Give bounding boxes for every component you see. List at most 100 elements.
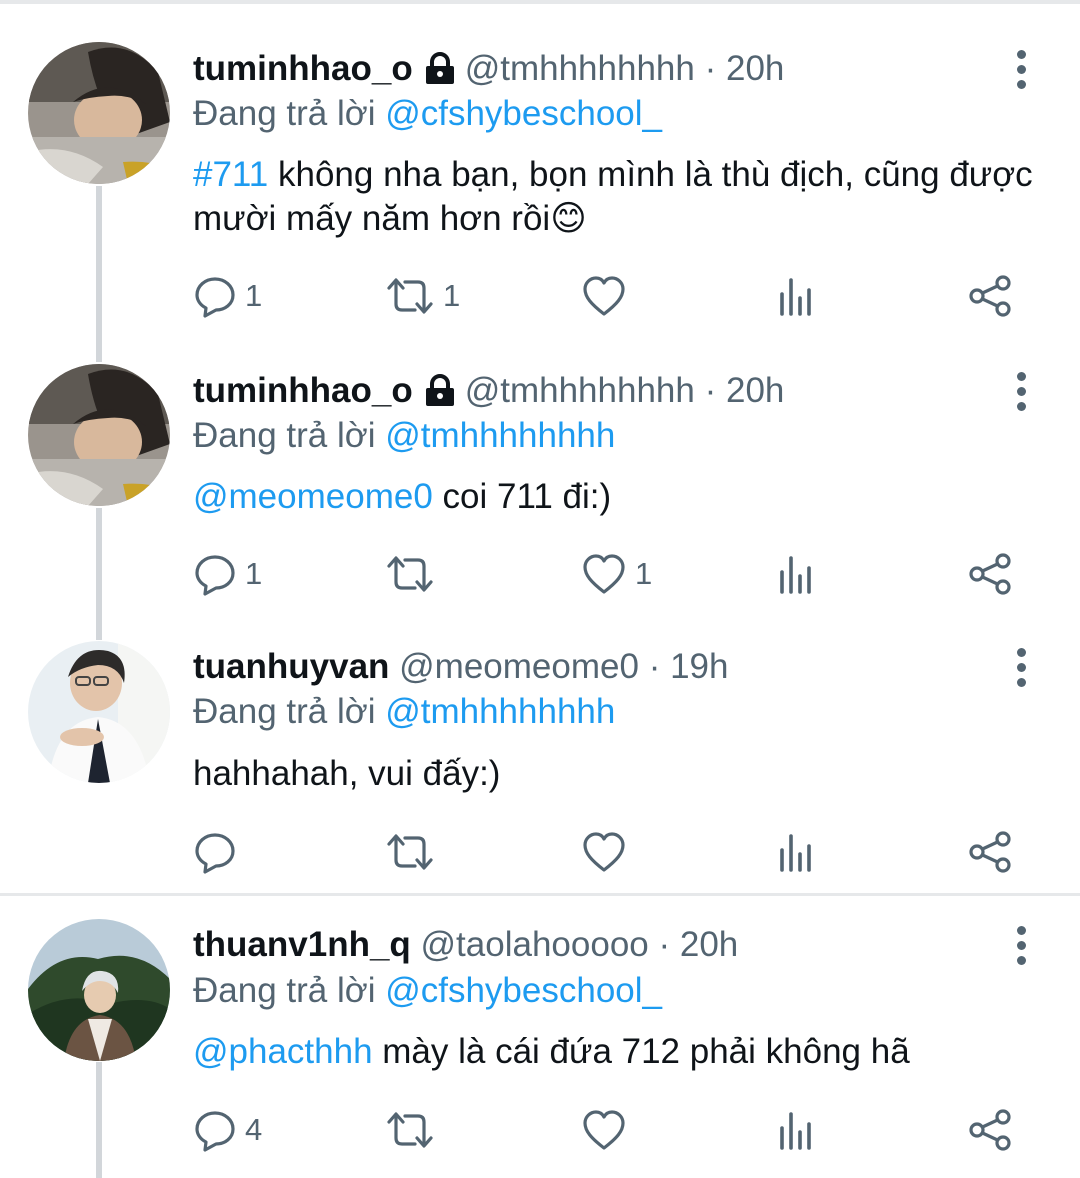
reply-button[interactable]: [193, 827, 245, 877]
replying-prefix: Đang trả lời: [193, 692, 376, 731]
display-name[interactable]: tuanhuyvan: [193, 647, 389, 686]
top-border: [0, 0, 1080, 4]
retweet-button[interactable]: [385, 549, 443, 599]
tweet-body: không nha bạn, bọn mình là thù địch, cũn…: [193, 155, 1033, 238]
mention-link[interactable]: @tmhhhhhhhh: [385, 416, 615, 455]
separator: ·: [648, 647, 661, 686]
share-icon: [969, 553, 1011, 595]
retweet-count: 1: [443, 278, 461, 313]
thread-divider: [0, 893, 1080, 896]
handle[interactable]: @meomeome0: [399, 647, 639, 686]
more-options-button[interactable]: [1010, 648, 1034, 688]
replying-prefix: Đang trả lời: [193, 971, 376, 1010]
display-name[interactable]: tuminhhao_o: [193, 371, 413, 410]
separator: ·: [704, 49, 717, 88]
replying-to: Đang trả lời @tmhhhhhhhh: [193, 690, 615, 734]
more-vertical-icon: [1017, 50, 1026, 59]
heart-icon: [583, 832, 625, 872]
reply-icon: [195, 277, 235, 318]
tweet-body: mày là cái đứa 712 phải không hã: [372, 1032, 910, 1071]
analytics-button[interactable]: [776, 1105, 816, 1155]
analytics-button[interactable]: [776, 827, 816, 877]
share-icon: [969, 831, 1011, 873]
timestamp[interactable]: 20h: [726, 49, 784, 88]
tweet-header: tuanhuyvan @meomeome0 · 19h: [193, 645, 728, 689]
lock-icon: [423, 373, 457, 417]
display-name[interactable]: thuanv1nh_q: [193, 925, 411, 964]
tweet-actions: 1 1: [0, 549, 1080, 599]
analytics-icon: [780, 556, 811, 594]
more-vertical-icon: [1017, 648, 1026, 657]
like-count: 1: [635, 556, 653, 591]
share-button[interactable]: [968, 1105, 1014, 1155]
reply-button[interactable]: 1: [193, 549, 262, 599]
replying-to: Đang trả lời @cfshybeschool_: [193, 969, 662, 1013]
retweet-icon: [387, 1112, 433, 1148]
more-vertical-icon: [1017, 372, 1026, 381]
tweet-header: thuanv1nh_q @taolahooooo · 20h: [193, 923, 738, 967]
timestamp[interactable]: 20h: [726, 371, 784, 410]
hashtag-link[interactable]: #711: [193, 155, 268, 194]
tweet-body: hahhahah, vui đấy:): [193, 754, 501, 793]
analytics-button[interactable]: [776, 271, 816, 321]
more-options-button[interactable]: [1010, 926, 1034, 966]
reply-icon: [195, 1111, 235, 1152]
tweet-actions: 4: [0, 1105, 1080, 1155]
analytics-button[interactable]: [776, 549, 816, 599]
more-vertical-icon: [1017, 926, 1026, 935]
replying-prefix: Đang trả lời: [193, 94, 376, 133]
lock-icon: [423, 51, 457, 95]
avatar[interactable]: [28, 919, 170, 1061]
share-button[interactable]: [968, 827, 1014, 877]
avatar[interactable]: [28, 641, 170, 783]
like-button[interactable]: [581, 271, 635, 321]
reply-count: 1: [245, 556, 263, 591]
tweet-actions: 1 1: [0, 271, 1080, 321]
retweet-button[interactable]: 1: [385, 271, 460, 321]
more-options-button[interactable]: [1010, 372, 1034, 412]
reply-button[interactable]: 1: [193, 271, 262, 321]
analytics-icon: [780, 278, 811, 316]
share-button[interactable]: [968, 271, 1014, 321]
reply-button[interactable]: 4: [193, 1105, 262, 1155]
timestamp[interactable]: 19h: [670, 647, 728, 686]
handle[interactable]: @taolahooooo: [421, 925, 649, 964]
tweet-text: @phacthhh mày là cái đứa 712 phải không …: [193, 1030, 1043, 1074]
handle[interactable]: @tmhhhhhhhh: [465, 49, 695, 88]
retweet-button[interactable]: [385, 1105, 443, 1155]
display-name[interactable]: tuminhhao_o: [193, 49, 413, 88]
reply-count: 4: [245, 1112, 263, 1147]
handle[interactable]: @tmhhhhhhhh: [465, 371, 695, 410]
retweet-icon: [387, 556, 433, 592]
heart-icon: [583, 554, 625, 594]
avatar[interactable]: [28, 364, 170, 506]
mention-link[interactable]: @cfshybeschool_: [385, 94, 662, 133]
like-button[interactable]: [581, 827, 635, 877]
reply-icon: [195, 555, 235, 596]
retweet-button[interactable]: [385, 827, 443, 877]
mention-link[interactable]: @meomeome0: [193, 477, 433, 516]
tweet-header: tuminhhao_o @tmhhhhhhhh · 20h: [193, 47, 784, 95]
tweet-body: coi 711 đi:): [432, 477, 612, 516]
more-options-button[interactable]: [1010, 50, 1034, 90]
analytics-icon: [780, 834, 811, 872]
mention-link[interactable]: @cfshybeschool_: [385, 971, 662, 1010]
tweet-header: tuminhhao_o @tmhhhhhhhh · 20h: [193, 369, 784, 417]
separator: ·: [704, 371, 717, 410]
reply-icon: [195, 833, 235, 874]
tweet-text: #711 không nha bạn, bọn mình là thù địch…: [193, 153, 1043, 241]
heart-icon: [583, 1110, 625, 1150]
share-button[interactable]: [968, 549, 1014, 599]
like-button[interactable]: [581, 1105, 635, 1155]
tweet-actions: [0, 827, 1080, 877]
replying-prefix: Đang trả lời: [193, 416, 376, 455]
tweet-text: hahhahah, vui đấy:): [193, 752, 1043, 796]
avatar[interactable]: [28, 42, 170, 184]
like-button[interactable]: 1: [581, 549, 652, 599]
separator: ·: [658, 925, 671, 964]
heart-icon: [583, 276, 625, 316]
timestamp[interactable]: 20h: [680, 925, 738, 964]
mention-link[interactable]: @phacthhh: [193, 1032, 373, 1071]
replying-to: Đang trả lời @tmhhhhhhhh: [193, 414, 615, 458]
mention-link[interactable]: @tmhhhhhhhh: [385, 692, 615, 731]
